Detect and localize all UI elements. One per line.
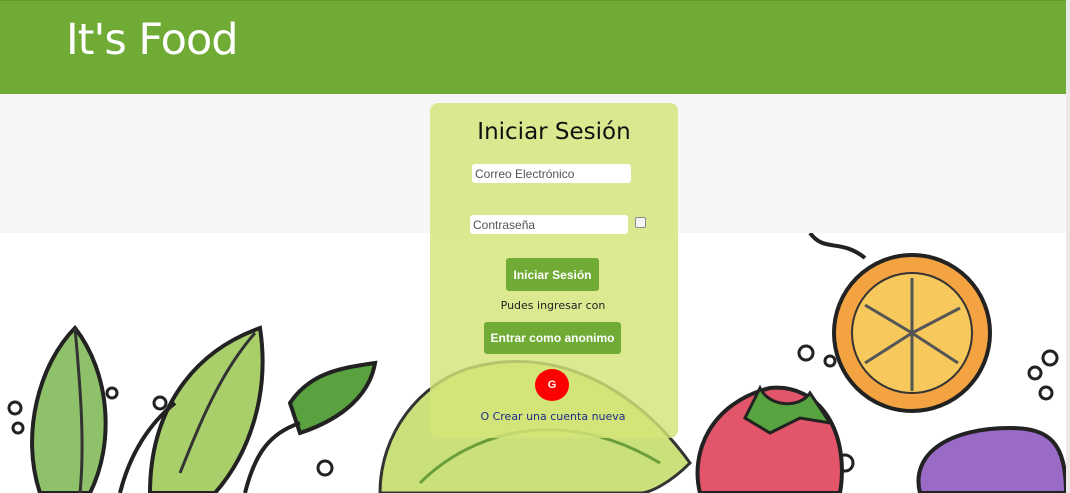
create-account-link[interactable]: O Crear una cuenta nueva [430, 410, 676, 423]
google-login-button[interactable]: G [535, 369, 569, 401]
email-input[interactable] [472, 164, 631, 183]
show-password-checkbox[interactable] [635, 217, 646, 228]
alternative-login-text: Pudes ingresar con [500, 299, 606, 312]
login-title: Iniciar Sesión [477, 119, 631, 145]
login-card: Iniciar Sesión Iniciar Sesión Pudes ingr… [430, 103, 678, 438]
page-right-edge [1066, 0, 1070, 493]
anonymous-login-button[interactable]: Entrar como anonimo [484, 322, 621, 354]
top-header: It's Food [0, 0, 1066, 94]
brand-title: It's Food [66, 15, 239, 65]
login-button[interactable]: Iniciar Sesión [506, 258, 599, 291]
password-input[interactable] [470, 215, 628, 234]
